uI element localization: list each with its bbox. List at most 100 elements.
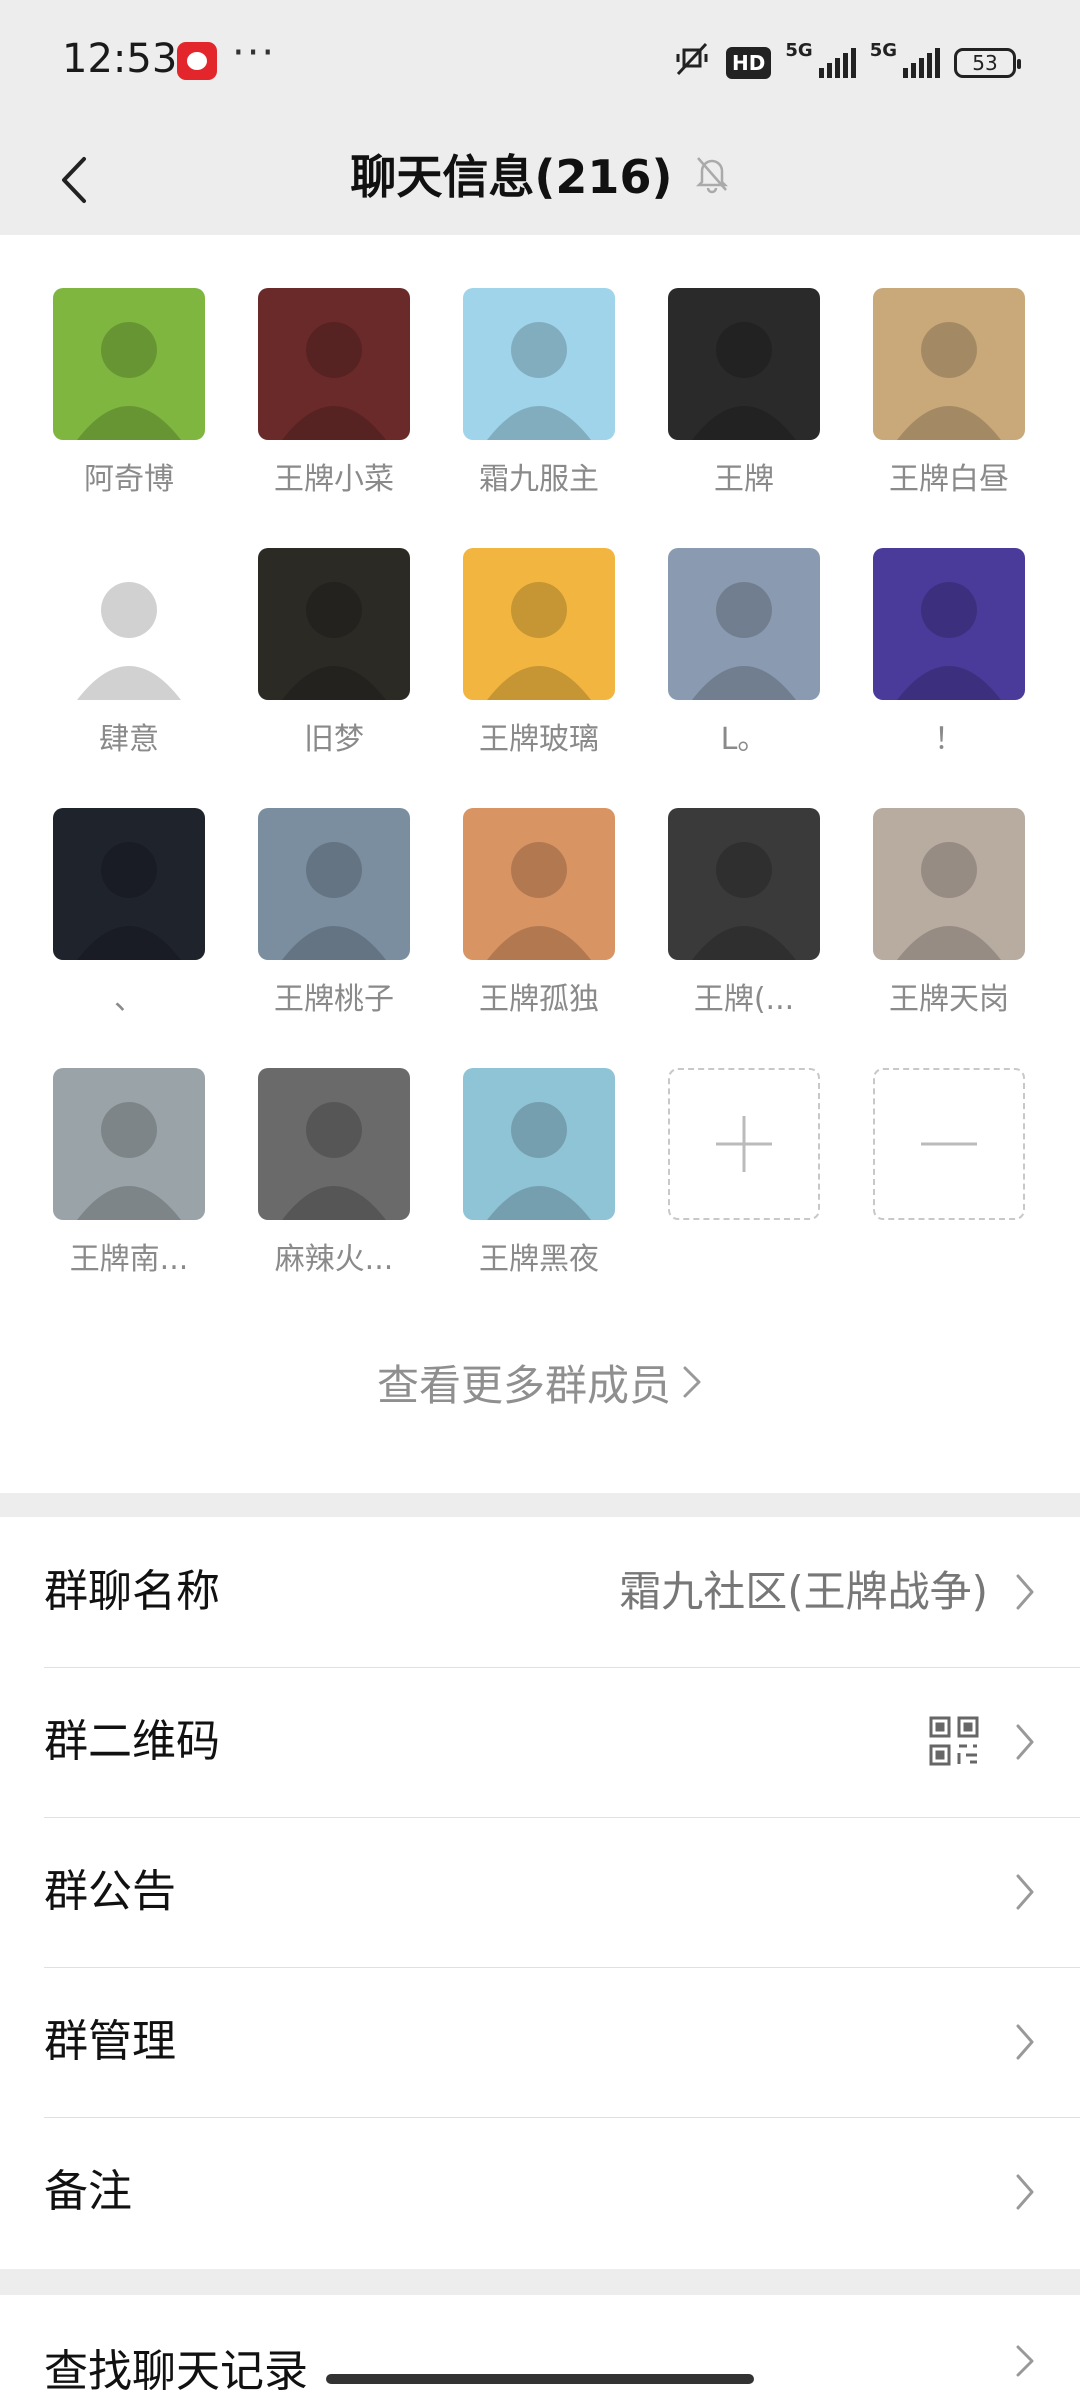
member-name: 麻辣火... [274,1242,394,1277]
avatar [873,288,1025,440]
member-item[interactable]: L。 [668,548,820,768]
chevron-right-icon [1014,2022,1036,2066]
member-name: 王牌 [714,462,774,497]
bell-off-icon [694,149,730,229]
avatar [463,548,615,700]
group-settings-list: 群聊名称 霜九社区(王牌战争) 群二维码群公告群管理备注 [0,1517,1080,2269]
avatar [873,548,1025,700]
avatar [53,1068,205,1220]
avatar [53,288,205,440]
member-name: 王牌孤独 [479,982,599,1017]
avatar [463,808,615,960]
group-announcement-row[interactable]: 群公告 [0,1817,1080,1967]
member-name: 王牌黑夜 [479,1242,599,1277]
status-time: 12:53 [62,36,178,82]
chevron-right-icon [681,1361,703,1410]
member-name: L。 [720,722,768,757]
hd-voice-badge: HD [726,47,772,79]
add-member-button[interactable] [668,1068,820,1288]
avatar [463,288,615,440]
chevron-right-icon [1014,2172,1036,2216]
member-name: 王牌小菜 [274,462,394,497]
member-name: 王牌白昼 [889,462,1009,497]
member-name: 王牌桃子 [274,982,394,1017]
search-chat-history-row[interactable]: 查找聊天记录 [0,2295,1080,2400]
group-qr-code-row[interactable]: 群二维码 [0,1667,1080,1817]
member-item[interactable]: 王牌(... [668,808,820,1028]
minus-icon [873,1068,1025,1220]
member-item[interactable]: 肆意 [53,548,205,768]
member-name: 阿奇博 [84,462,174,497]
member-name: 霜九服主 [479,462,599,497]
chevron-right-icon [1014,1872,1036,1916]
member-item[interactable]: 、 [53,808,205,1028]
settings-row-label: 群管理 [44,2016,176,2067]
battery-level: 53 [972,51,998,75]
member-item[interactable]: 旧梦 [258,548,410,768]
group-members-panel: 阿奇博 王牌小菜 霜九服主 王牌 王牌白昼肆意 旧梦 王牌玻璃 L。 ！ 、 王牌桃子 王牌孤独 王牌(… [0,235,1080,1493]
member-item[interactable]: 麻辣火... [258,1068,410,1288]
status-bar: 12:53 ··· HD 5G 5G 53 [0,0,1080,125]
member-item[interactable]: 王牌天岗 [873,808,1025,1028]
member-name: 肆意 [99,722,159,757]
search-chat-history-label: 查找聊天记录 [44,2346,308,2397]
member-name: 王牌南... [69,1242,189,1277]
member-item[interactable]: ！ [873,548,1025,768]
remark-row[interactable]: 备注 [0,2117,1080,2267]
member-name: ！ [934,722,964,757]
avatar [463,1068,615,1220]
home-indicator[interactable] [326,2374,754,2384]
group-name-row[interactable]: 群聊名称 霜九社区(王牌战争) [0,1517,1080,1667]
chevron-right-icon [1014,1572,1036,1616]
settings-row-label: 备注 [44,2166,132,2217]
member-name: 、 [114,982,144,1017]
settings-row-value: 霜九社区(王牌战争) [619,1567,988,1616]
member-item[interactable]: 王牌小菜 [258,288,410,508]
settings-row-label: 群聊名称 [44,1566,220,1617]
member-item[interactable]: 王牌孤独 [463,808,615,1028]
member-name: 旧梦 [304,722,364,757]
plus-icon [668,1068,820,1220]
avatar [258,808,410,960]
status-indicators: HD 5G 5G 53 [672,40,1021,86]
member-item[interactable]: 阿奇博 [53,288,205,508]
member-item[interactable]: 王牌 [668,288,820,508]
member-item[interactable]: 王牌南... [53,1068,205,1288]
group-manage-row[interactable]: 群管理 [0,1967,1080,2117]
nav-bar: 聊天信息(216) [0,125,1080,235]
view-more-label: 查看更多群成员 [376,1361,671,1410]
network-type-1: 5G [785,40,813,61]
network-type-2: 5G [869,40,897,61]
battery-icon: 53 [954,48,1021,78]
member-name: 王牌(... [693,982,795,1017]
member-item[interactable]: 王牌桃子 [258,808,410,1028]
settings-row-label: 群公告 [44,1866,176,1917]
member-item[interactable]: 王牌黑夜 [463,1068,615,1288]
avatar [258,288,410,440]
member-item[interactable]: 霜九服主 [463,288,615,508]
member-item[interactable]: 王牌白昼 [873,288,1025,508]
signal-strength-icon [818,48,856,78]
member-name: 王牌玻璃 [479,722,599,757]
app-notification-icon [177,42,217,80]
chevron-right-icon [1014,1722,1036,1766]
member-item[interactable]: 王牌玻璃 [463,548,615,768]
page-title: 聊天信息(216) [350,150,673,204]
settings-row-label: 群二维码 [44,1716,220,1767]
member-name: 王牌天岗 [889,982,1009,1017]
avatar [258,1068,410,1220]
mute-vibrate-icon [672,42,712,85]
avatar [873,808,1025,960]
avatar [258,548,410,700]
avatar [668,808,820,960]
avatar [53,808,205,960]
view-more-members-button[interactable]: 查看更多群成员 [0,1352,1080,1413]
qr-code-icon [928,1715,980,1771]
more-notifications-icon: ··· [232,30,277,76]
remove-member-button[interactable] [873,1068,1025,1288]
avatar [668,548,820,700]
avatar [668,288,820,440]
signal-strength-icon-2 [903,48,940,78]
chevron-right-icon [1014,2343,1036,2383]
avatar [53,548,205,700]
